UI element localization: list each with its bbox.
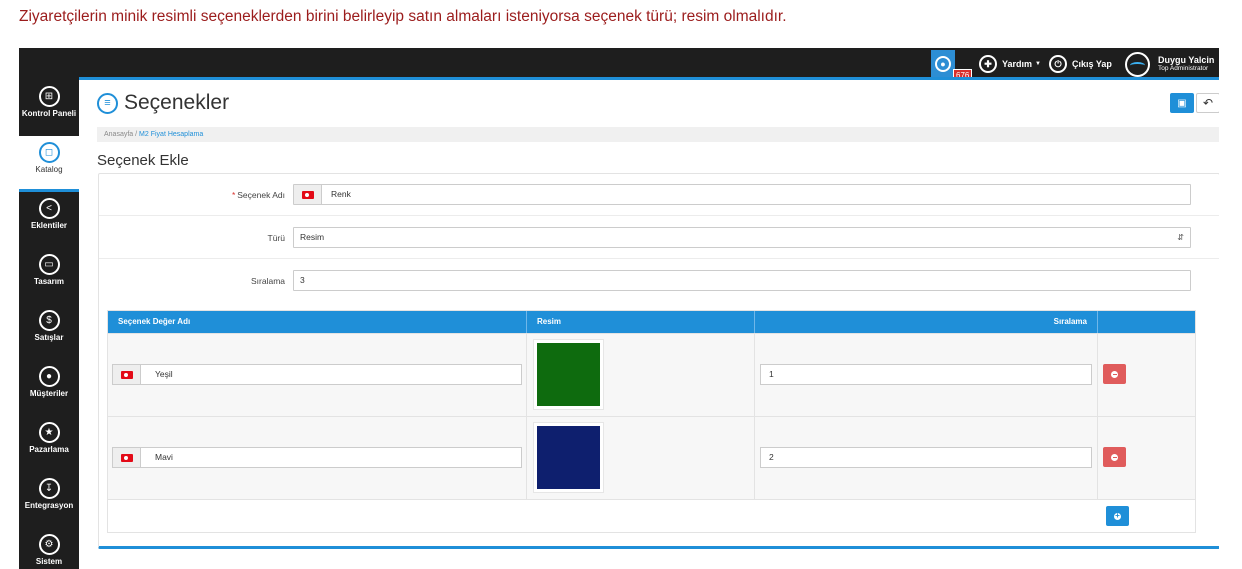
section-title: Seçenek Ekle	[97, 152, 189, 169]
table-row: Yeşil 1	[108, 333, 1195, 416]
sidebar-item-marketing[interactable]: ★ Pazarlama	[19, 416, 79, 472]
remove-value-button[interactable]	[1103, 364, 1126, 384]
sidebar-item-label: Katalog	[35, 165, 63, 174]
turkish-flag-icon	[113, 448, 141, 467]
bell-icon: ●	[935, 55, 951, 72]
turkish-flag-icon	[294, 185, 322, 204]
option-type-select[interactable]: Resim ⇵	[293, 227, 1191, 248]
sidebar-item-dashboard[interactable]: ⊞ Kontrol Paneli	[19, 80, 79, 136]
table-header: Seçenek Değer Adı Resim Sıralama	[108, 311, 1195, 333]
table-row: Mavi 2	[108, 416, 1195, 499]
sidebar-item-label: Kontrol Paneli	[21, 109, 77, 118]
help-icon: ✚	[979, 55, 997, 73]
option-name-input[interactable]: Renk	[293, 184, 1191, 205]
select-arrows-icon: ⇵	[1177, 233, 1184, 242]
remove-value-button[interactable]	[1103, 447, 1126, 467]
sidebar-item-system[interactable]: ⚙ Sistem	[19, 528, 79, 569]
value-image-thumbnail[interactable]	[533, 339, 604, 410]
option-order-row: Sıralama 3	[99, 260, 1219, 302]
plus-circle-icon	[1114, 510, 1121, 522]
value-order-input[interactable]: 1	[760, 364, 1092, 385]
help-label: Yardım	[1002, 59, 1033, 69]
table-footer	[108, 499, 1195, 532]
customers-icon: ●	[38, 366, 60, 387]
option-order-label: Sıralama	[250, 276, 285, 286]
sidebar-item-design[interactable]: ▭ Tasarım	[19, 248, 79, 304]
power-icon: ⏻	[1049, 55, 1067, 73]
page-title-text: Seçenekler	[124, 91, 230, 114]
value-name-input[interactable]: Mavi	[112, 447, 522, 468]
sidebar-item-label: Satışlar	[34, 333, 64, 342]
value-order-input[interactable]: 2	[760, 447, 1092, 468]
page-title: ≡ Seçenekler	[97, 89, 229, 117]
turkish-flag-icon	[113, 365, 141, 384]
marketing-icon: ★	[38, 422, 60, 443]
integration-icon: ↧	[38, 478, 60, 499]
sidebar-item-integration[interactable]: ↧ Entegrasyon	[19, 472, 79, 528]
save-icon: ▣	[1177, 97, 1187, 109]
back-arrow-icon: ↶	[1202, 96, 1214, 110]
logout-button[interactable]: ⏻ Çıkış Yap	[1049, 53, 1112, 75]
admin-app: ● 676 ✚ Yardım ▼ ⏻ Çıkış Yap Duygu Yalci…	[19, 48, 1219, 569]
sidebar-item-label: Pazarlama	[29, 445, 69, 454]
sidebar-item-sales[interactable]: $ Satışlar	[19, 304, 79, 360]
option-order-input[interactable]: 3	[293, 270, 1191, 291]
value-name-input[interactable]: Yeşil	[112, 364, 522, 385]
user-role: Top Administrator	[1158, 65, 1209, 72]
avatar	[1125, 51, 1150, 77]
color-swatch	[537, 426, 600, 489]
options-list-icon: ≡	[97, 92, 118, 114]
column-header-value-name: Seçenek Değer Adı	[108, 311, 527, 333]
minus-circle-icon	[1111, 453, 1118, 461]
column-header-image: Resim	[527, 311, 755, 333]
breadcrumb-home[interactable]: Anasayfa	[104, 131, 133, 138]
chevron-down-icon: ▼	[1035, 61, 1041, 67]
breadcrumb-current[interactable]: M2 Fiyat Hesaplama	[139, 131, 203, 138]
catalog-icon: ◻	[38, 142, 60, 163]
system-icon: ⚙	[38, 534, 60, 555]
notifications-button[interactable]: ●	[931, 50, 955, 77]
sidebar-item-label: Entegrasyon	[24, 501, 74, 510]
top-bar: ● 676 ✚ Yardım ▼ ⏻ Çıkış Yap Duygu Yalci…	[19, 48, 1219, 80]
column-header-actions	[1098, 311, 1197, 333]
sidebar-item-label: Sistem	[35, 557, 63, 566]
dashboard-icon: ⊞	[38, 86, 60, 107]
color-swatch	[537, 343, 600, 406]
main-content: ≡ Seçenekler ▣ ↶ Anasayfa / M2 Fiyat Hes…	[97, 80, 1219, 569]
minus-circle-icon	[1111, 370, 1118, 378]
user-menu[interactable]: Duygu Yalcin Top Administrator	[1125, 51, 1214, 77]
breadcrumb: Anasayfa / M2 Fiyat Hesaplama	[97, 127, 1219, 142]
sidebar: ⊞ Kontrol Paneli ◻ Katalog < Eklentiler …	[19, 80, 79, 569]
option-type-row: Türü Resim ⇵	[99, 217, 1219, 259]
extensions-icon: <	[38, 198, 60, 219]
help-menu[interactable]: ✚ Yardım ▼	[979, 53, 1041, 75]
user-name: Duygu Yalcin	[1158, 55, 1215, 65]
option-type-label: Türü	[267, 233, 285, 243]
save-button[interactable]: ▣	[1170, 93, 1194, 113]
back-button[interactable]: ↶	[1196, 93, 1219, 113]
sidebar-item-label: Eklentiler	[30, 221, 67, 230]
option-form-card: * Seçenek Adı Renk Türü Resim ⇵ Sıralama …	[98, 173, 1219, 549]
option-name-row: * Seçenek Adı Renk	[99, 174, 1219, 216]
design-icon: ▭	[38, 254, 60, 275]
sidebar-item-customers[interactable]: ● Müşteriler	[19, 360, 79, 416]
value-image-thumbnail[interactable]	[533, 422, 604, 493]
logout-label: Çıkış Yap	[1072, 59, 1112, 69]
option-values-table: Seçenek Değer Adı Resim Sıralama Yeşil 1…	[107, 310, 1196, 533]
sidebar-item-label: Tasarım	[33, 277, 65, 286]
instruction-caption: Ziyaretçilerin minik resimli seçeneklerd…	[19, 8, 787, 25]
add-value-button[interactable]	[1106, 506, 1129, 526]
breadcrumb-separator: /	[135, 131, 138, 138]
column-header-order: Sıralama	[755, 311, 1098, 333]
sales-icon: $	[38, 310, 60, 331]
sidebar-item-label: Müşteriler	[29, 389, 69, 398]
sidebar-item-extensions[interactable]: < Eklentiler	[19, 192, 79, 248]
option-name-label: * Seçenek Adı	[231, 190, 285, 200]
sidebar-item-catalog[interactable]: ◻ Katalog	[19, 136, 79, 192]
